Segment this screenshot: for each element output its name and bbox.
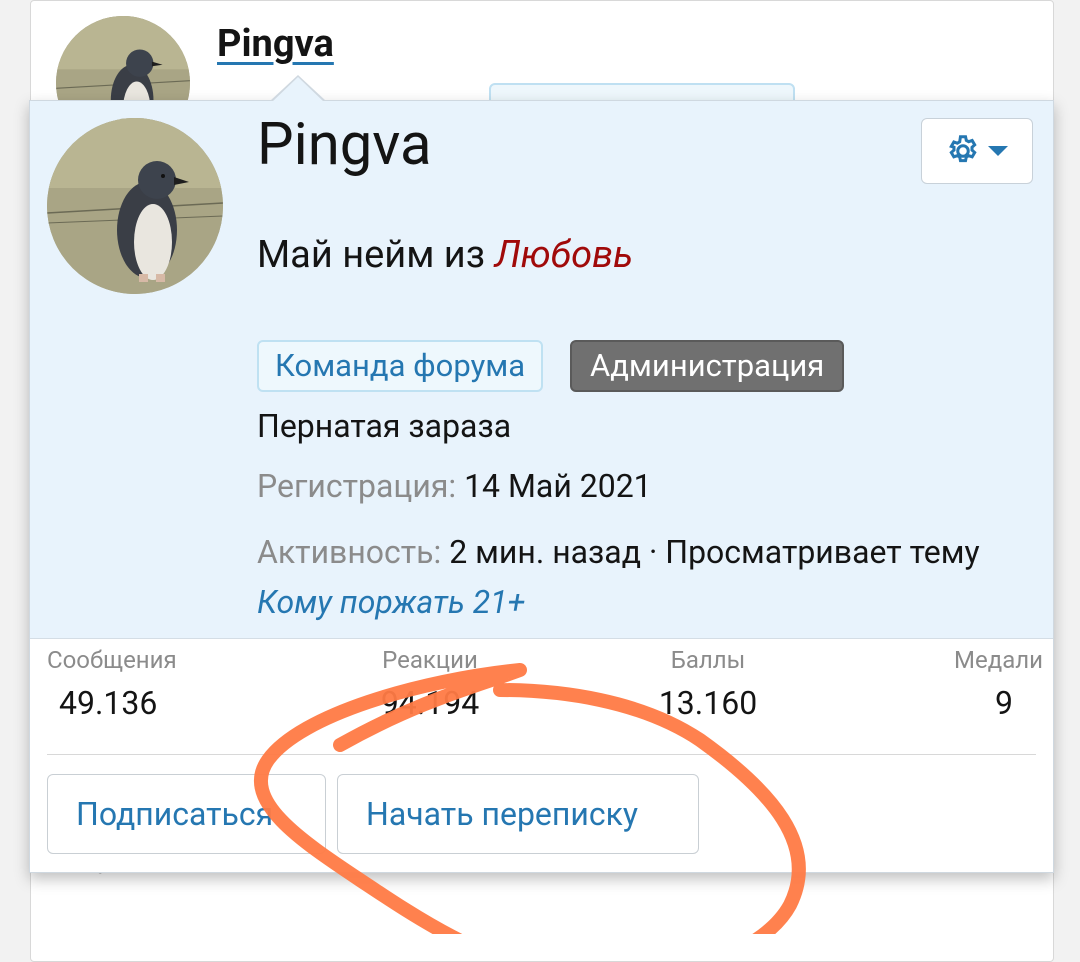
member-registration: Регистрация: 14 Май 2021 — [257, 467, 652, 505]
member-menu-button[interactable] — [921, 118, 1033, 184]
caret-down-icon — [988, 146, 1008, 156]
member-avatar[interactable] — [47, 118, 223, 294]
gear-icon — [949, 135, 977, 163]
stat-points[interactable]: Баллы 13.160 — [628, 646, 788, 722]
member-tooltip: Pingva Май нейм из Любовь Команда форума… — [29, 75, 1054, 873]
member-stats: Сообщения 49.136 Реакции 94.194 Баллы 13… — [30, 646, 1053, 746]
member-activity: Активность: 2 мин. назад · Просматривает… — [257, 527, 1017, 627]
post-username-link[interactable]: Pingva — [217, 22, 334, 66]
activity-label: Активность: — [257, 533, 442, 571]
banner-forum-team: Команда форума — [257, 340, 544, 392]
stat-medals[interactable]: Медали 9 — [923, 646, 1043, 722]
divider — [47, 754, 1036, 755]
member-user-title: Пернатая зараза — [257, 407, 512, 445]
banner-administration: Администрация — [570, 340, 845, 392]
registration-value: 14 Май 2021 — [464, 467, 652, 505]
member-custom-title: Май нейм из Любовь — [257, 233, 634, 277]
activity-value: 2 мин. назад · Просматривает тему — [449, 533, 980, 571]
start-conversation-button[interactable]: Начать переписку — [337, 774, 699, 854]
title-highlight: Любовь — [494, 233, 634, 277]
penguin-avatar-image — [47, 118, 223, 294]
stat-messages[interactable]: Сообщения 49.136 — [47, 646, 217, 722]
stat-reactions[interactable]: Реакции 94.194 — [350, 646, 510, 722]
follow-button[interactable]: Подписаться — [47, 774, 326, 854]
member-username[interactable]: Pingva — [257, 111, 432, 179]
activity-thread-link[interactable]: Кому поржать 21+ — [257, 583, 525, 621]
registration-label: Регистрация: — [257, 467, 457, 505]
